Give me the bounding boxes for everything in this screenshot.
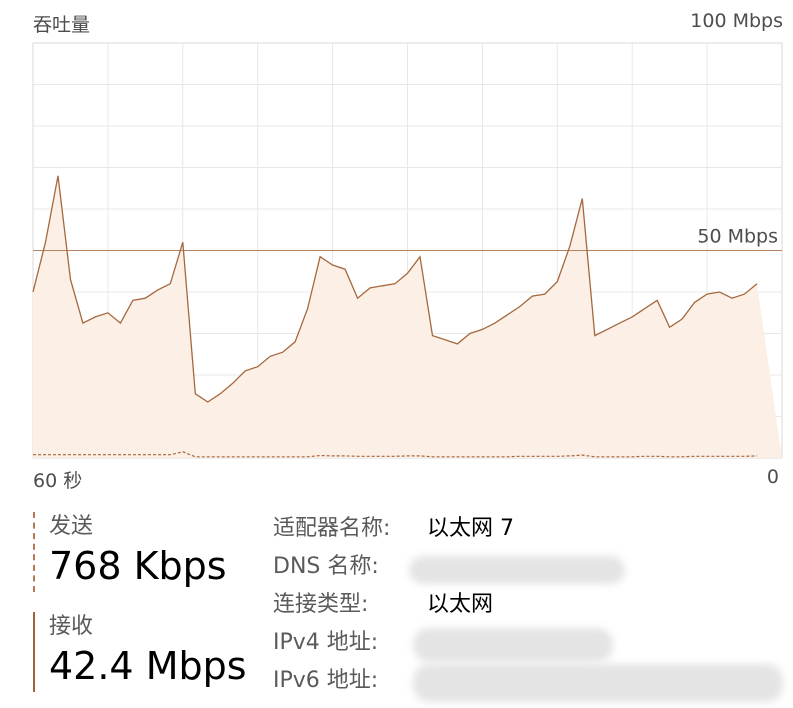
receive-label: 接收 xyxy=(49,614,94,639)
adapter-name-key: 适配器名称: xyxy=(273,516,391,541)
receive-stat: 接收 42.4 Mbps xyxy=(33,612,247,692)
ipv4-address-key: IPv4 地址: xyxy=(273,630,379,655)
dns-name-redacted xyxy=(409,556,625,584)
adapter-name-value: 以太网 7 xyxy=(427,516,514,541)
ipv4-address-redacted xyxy=(413,628,613,662)
ipv6-address-key: IPv6 地址: xyxy=(273,668,379,693)
scale-label-50: 50 Mbps xyxy=(697,226,778,248)
send-stat: 发送 768 Kbps xyxy=(33,512,227,592)
time-axis-start: 60 秒 xyxy=(33,470,83,492)
throughput-chart: 50 Mbps xyxy=(32,42,783,459)
send-label: 发送 xyxy=(49,514,94,539)
send-value: 768 Kbps xyxy=(49,544,227,588)
ipv6-address-redacted xyxy=(413,664,783,702)
dns-name-key: DNS 名称: xyxy=(273,554,379,579)
connection-type-value: 以太网 xyxy=(427,592,494,617)
receive-value: 42.4 Mbps xyxy=(49,644,247,688)
connection-type-key: 连接类型: xyxy=(273,592,369,617)
time-axis-end: 0 xyxy=(766,466,779,488)
